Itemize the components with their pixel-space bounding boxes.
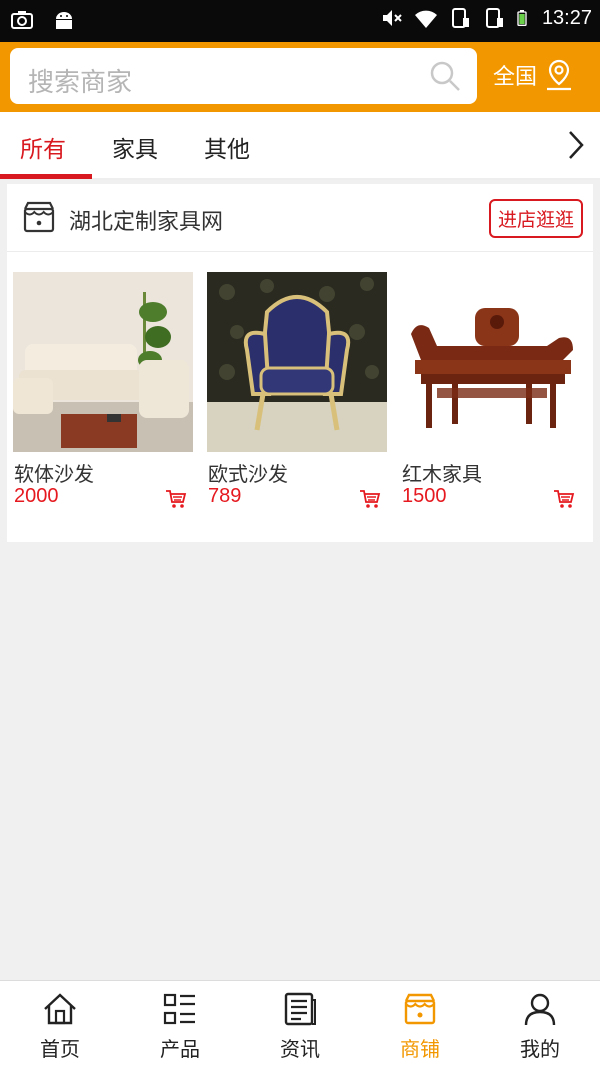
- search-input[interactable]: 搜索商家: [10, 48, 477, 104]
- category-tabs: 所有 家具 其他: [0, 112, 600, 180]
- active-tab-indicator: [0, 174, 92, 179]
- cart-icon[interactable]: [165, 488, 187, 510]
- product-price: 789: [208, 485, 242, 507]
- product-name[interactable]: 欧式沙发: [208, 458, 288, 487]
- shop-card: 湖北定制家具网 进店逛逛 软体沙发 2000 欧式沙发 789 红木家具 150…: [7, 184, 593, 542]
- store-icon: [23, 201, 55, 233]
- nav-news[interactable]: 资讯: [240, 981, 360, 1067]
- location-icon: [547, 59, 572, 91]
- tab-furniture[interactable]: 家具: [112, 130, 158, 164]
- header: 搜索商家 全国: [0, 42, 600, 112]
- cart-icon[interactable]: [553, 488, 575, 510]
- battery-icon: [517, 10, 527, 26]
- product-image-soft-sofa[interactable]: [13, 272, 193, 452]
- tab-all[interactable]: 所有: [20, 130, 66, 164]
- product-price: 1500: [402, 485, 447, 507]
- cart-icon[interactable]: [359, 488, 381, 510]
- product-name[interactable]: 红木家具: [402, 458, 482, 487]
- shop-header: 湖北定制家具网 进店逛逛: [7, 184, 593, 252]
- shop-name[interactable]: 湖北定制家具网: [69, 204, 223, 236]
- product-name[interactable]: 软体沙发: [14, 458, 94, 487]
- nav-shops[interactable]: 商铺: [360, 981, 480, 1067]
- search-placeholder: 搜索商家: [28, 68, 133, 98]
- chevron-right-icon[interactable]: [564, 128, 588, 162]
- user-icon: [524, 993, 556, 1026]
- search-icon[interactable]: [429, 60, 461, 92]
- clock: 13:27: [541, 6, 592, 29]
- enter-shop-button[interactable]: 进店逛逛: [488, 199, 583, 238]
- nav-label: 首页: [40, 1037, 80, 1061]
- nav-me[interactable]: 我的: [480, 981, 600, 1067]
- status-bar: 13:27: [0, 0, 600, 42]
- news-icon: [284, 992, 316, 1026]
- nav-home[interactable]: 首页: [0, 981, 120, 1067]
- product-image-european-sofa[interactable]: [207, 272, 387, 452]
- region-selector[interactable]: 全国: [493, 58, 575, 92]
- signal-1-icon: [451, 8, 469, 28]
- region-label: 全国: [493, 65, 538, 90]
- bottom-nav: 首页 产品 资讯 商铺 我的: [0, 980, 600, 1067]
- wifi-icon: [414, 10, 437, 28]
- store-icon: [404, 993, 436, 1025]
- mute-icon: [382, 10, 402, 26]
- product-item[interactable]: 软体沙发 2000: [13, 272, 193, 508]
- nav-products[interactable]: 产品: [120, 981, 240, 1067]
- home-icon: [44, 993, 76, 1025]
- tab-other[interactable]: 其他: [204, 130, 250, 164]
- nav-label: 商铺: [400, 1037, 440, 1061]
- screenshot-icon: [11, 11, 33, 29]
- android-icon: [56, 12, 72, 29]
- nav-label: 我的: [520, 1037, 560, 1061]
- product-item[interactable]: 欧式沙发 789: [207, 272, 387, 508]
- product-item[interactable]: 红木家具 1500: [401, 272, 581, 508]
- list-icon: [163, 993, 195, 1025]
- product-image-redwood-furniture[interactable]: [401, 272, 581, 452]
- product-price: 2000: [14, 485, 59, 507]
- signal-2-icon: [485, 8, 503, 28]
- nav-label: 产品: [160, 1037, 200, 1061]
- nav-label: 资讯: [280, 1037, 320, 1061]
